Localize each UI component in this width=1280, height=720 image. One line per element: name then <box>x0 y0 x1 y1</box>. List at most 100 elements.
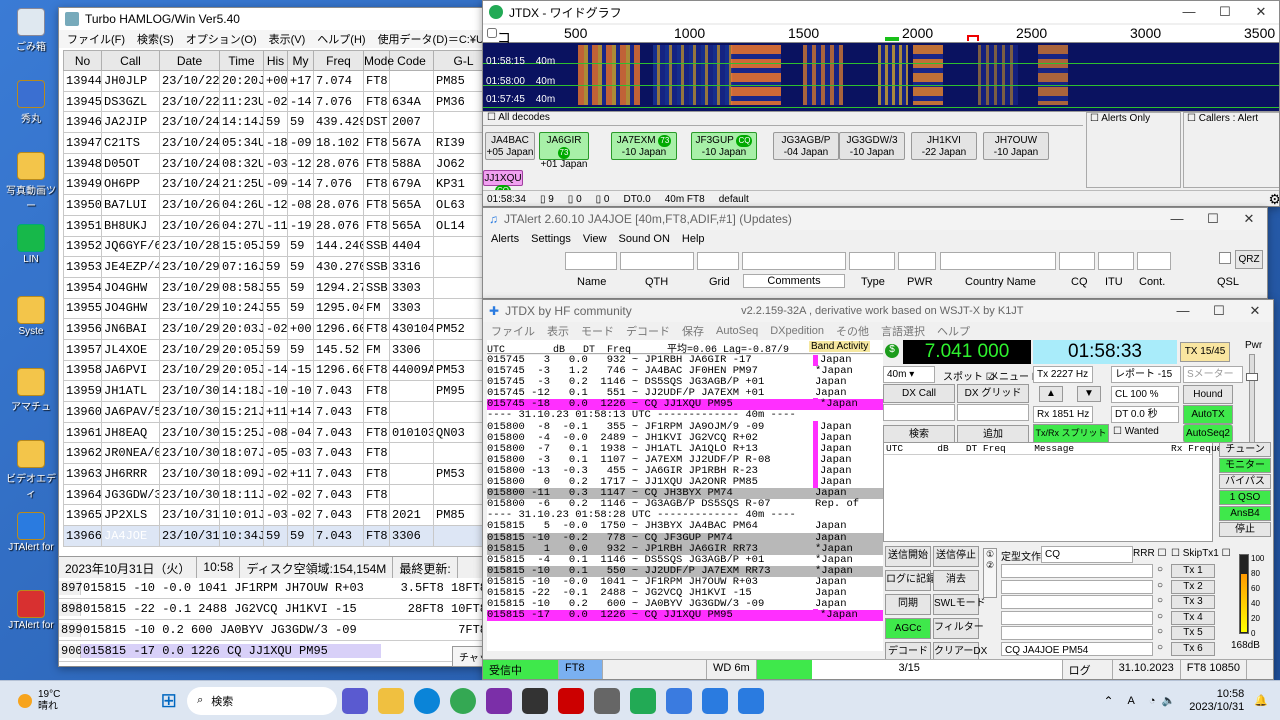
jtdx-taskbar-icon[interactable] <box>666 687 693 714</box>
rx-freq-spinbox[interactable]: Rx 1851 Hz <box>1033 406 1093 423</box>
tx-freq-spinbox[interactable]: Tx 2227 Hz <box>1033 366 1093 383</box>
list-item[interactable]: 899 015815 -10 0.2 600 JA0BYV JG3GDW/3 -0… <box>59 620 489 641</box>
macro-input[interactable]: CQ <box>1041 546 1133 563</box>
callsign-chip[interactable]: JG3GDW/3 -10 Japan <box>839 132 905 160</box>
desktop-icon-folder[interactable]: Syste <box>4 296 58 337</box>
tx-message-input[interactable] <box>1001 564 1153 578</box>
menu-view[interactable]: 表示(V) <box>269 31 306 47</box>
column-header[interactable]: His <box>263 50 288 71</box>
column-header[interactable]: Mode <box>363 50 394 71</box>
up-arrow-button[interactable]: ▲ <box>1039 386 1063 402</box>
cont-field[interactable] <box>1137 252 1171 270</box>
skiptx1-checkbox[interactable]: ☐ SkipTx1 ☐ <box>1171 548 1231 559</box>
tx-message-input[interactable] <box>1001 595 1153 609</box>
menu-mode[interactable]: モード <box>581 323 614 339</box>
control-button[interactable]: チューン <box>1219 442 1271 457</box>
column-header[interactable]: No <box>63 50 102 71</box>
tx-radio[interactable]: ○ <box>1157 611 1163 622</box>
app-icon[interactable] <box>594 687 621 714</box>
desktop-icon-folder[interactable]: アマチュ <box>4 368 58 413</box>
callsign-chip[interactable]: JA4BAC +05 Japan <box>485 132 535 160</box>
menu-file[interactable]: ファイル <box>491 323 535 339</box>
control-button[interactable]: 消去 <box>933 570 979 591</box>
decode-line[interactable]: 015815 -17 0.0 1226 ~ CQ JJ1XQU PM95 *Jap… <box>487 609 883 622</box>
menu-other[interactable]: その他 <box>836 323 869 339</box>
table-row[interactable]: 13960 JA6PAV/5 23/10/30 15:21J +11 +14 7.043 FT… <box>63 401 489 423</box>
control-button[interactable]: モニター <box>1219 458 1271 473</box>
autotx-button[interactable]: AutoTX <box>1183 405 1233 424</box>
jtalert-taskbar-icon[interactable] <box>702 687 729 714</box>
qsl-checkbox[interactable] <box>1219 252 1231 264</box>
decode-line[interactable]: 015815 -10 -0.2 778 ~ CQ JF3GUP PM74 Japa… <box>487 532 883 544</box>
close-icon[interactable]: ✕ <box>1237 303 1273 319</box>
chevron-up-icon[interactable]: ⌃ <box>1103 694 1113 708</box>
split-button[interactable]: Tx/Rx スプリット <box>1033 424 1109 443</box>
app-icon[interactable] <box>558 687 585 714</box>
minimize-icon[interactable]: — <box>1171 4 1207 20</box>
ime-indicator[interactable]: A <box>1128 695 1135 707</box>
tx-button[interactable]: Tx 5 <box>1171 626 1215 640</box>
hamlog-taskbar-icon[interactable] <box>630 687 657 714</box>
app-icon[interactable] <box>522 687 549 714</box>
menu-settings[interactable]: Settings <box>531 233 571 245</box>
gear-icon[interactable]: ⚙ <box>1268 191 1279 206</box>
menu-view[interactable]: View <box>583 233 607 245</box>
callsign-chip[interactable]: JF3GUP CQ -10 Japan <box>691 132 757 160</box>
table-row[interactable]: 13961 JH8EAQ 23/10/30 15:25J -08 -04 7.043 FT8 0… <box>63 421 489 444</box>
type-field[interactable] <box>849 252 895 270</box>
menu-view[interactable]: 表示 <box>547 323 569 339</box>
cl-spinbox[interactable]: CL 100 % <box>1111 386 1179 403</box>
dx-call-input[interactable] <box>883 404 955 421</box>
band-activity-list[interactable]: 015745 3 0.0 932 ~ JP1RBH JA6GIR -17 Japa… <box>487 355 883 651</box>
close-icon[interactable]: ✕ <box>1243 4 1279 20</box>
table-row[interactable]: 13959 JH1ATL 23/10/30 14:18J -10 -10 7.043 FT8 P… <box>63 380 489 402</box>
decode-line[interactable]: 015815 5 -0.0 1750 ~ JH3BYX JA4BAC PM64 J… <box>487 521 883 532</box>
menu-alerts[interactable]: Alerts <box>491 233 519 245</box>
table-row[interactable]: 13945 DS3GZL 23/10/22 11:23U -02 -14 7.076 FT8 6… <box>63 90 489 113</box>
table-row[interactable]: 13951 BH8UKJ 23/10/26 04:27U -11 -19 28.076 FT8… <box>63 214 489 237</box>
control-button[interactable]: SWLモード <box>933 594 986 615</box>
table-row[interactable]: 13950 BA7LUI 23/10/26 04:26U -12 -08 28.076 FT8… <box>63 194 489 216</box>
grid-field[interactable] <box>697 252 739 270</box>
hamlog-titlebar[interactable]: Turbo HAMLOG/Win Ver5.40 <box>59 8 489 30</box>
column-header[interactable]: Date <box>159 50 220 71</box>
rx-marker[interactable] <box>885 37 899 41</box>
menu-help[interactable]: ヘルプ <box>937 323 970 339</box>
dx-grid-input[interactable] <box>957 404 1029 421</box>
callsign-chip[interactable]: JH1KVI -22 Japan <box>911 132 977 160</box>
hound-button[interactable]: Hound <box>1183 385 1233 404</box>
close-icon[interactable]: ✕ <box>1231 211 1267 227</box>
qth-field[interactable] <box>620 252 694 270</box>
menu-autoseq[interactable]: AutoSeq <box>716 325 758 337</box>
list-item[interactable]: 897 015815 -10 -0.0 1041 JF1RPM JH7OUW R+… <box>59 578 489 599</box>
control-button[interactable]: バイパス <box>1219 474 1271 489</box>
table-row[interactable]: 13953 JE4EZP/4 23/10/29 07:16J 59 59 430.270 SS… <box>63 256 489 278</box>
minimize-icon[interactable]: — <box>1165 303 1201 319</box>
table-row[interactable]: 13946 JA2JIP 23/10/24 14:14J 59 59 439.429 DST 2… <box>63 111 489 134</box>
tx-button[interactable]: Tx 1 <box>1171 564 1215 578</box>
menu-help[interactable]: ヘルプ(H) <box>317 31 365 47</box>
decode-line[interactable]: 015800 -8 -0.1 355 ~ JF1RPM JA9OJM/9 -09… <box>487 420 883 433</box>
maximize-icon[interactable]: ☐ <box>1207 4 1243 20</box>
weather-widget[interactable]: 19°C 晴れ <box>38 689 60 713</box>
table-row[interactable]: 13957 JL4XOE 23/10/29 20:05J 59 59 145.52 FM 330… <box>63 338 489 361</box>
desktop-icon-jtalert[interactable]: JTAlert for <box>4 512 58 553</box>
edge-icon[interactable] <box>414 687 441 714</box>
tx-radio[interactable]: ○ <box>1157 626 1163 637</box>
control-button[interactable]: 送信停止 <box>933 546 979 567</box>
tx-radio[interactable]: ○ <box>1157 595 1163 606</box>
waterfall[interactable]: 01:58:15 40m 01:58:00 40m 01:57:45 40m <box>483 43 1279 111</box>
tx-message-input[interactable]: CQ JA4JOE PM54 <box>1001 641 1153 656</box>
bell-icon[interactable]: 🔔 <box>1254 694 1268 707</box>
column-header[interactable]: My <box>287 50 314 71</box>
pwr-field[interactable] <box>898 252 936 270</box>
jtdx-titlebar[interactable]: ✚ JTDX by HF community v2.2.159-32A , deri… <box>483 300 1273 322</box>
jtalert-taskbar-icon[interactable] <box>738 687 765 714</box>
table-row[interactable]: 13958 JA6PVI 23/10/29 20:05J -14 -15 1296.60 FT… <box>63 359 489 382</box>
desktop-icon-hidemaru[interactable]: 秀丸 <box>4 80 58 125</box>
menu-file[interactable]: ファイル(F) <box>67 31 125 47</box>
tx-message-input[interactable] <box>1001 626 1153 640</box>
callsign-chip[interactable]: JA7EXM 73 -10 Japan <box>611 132 677 160</box>
wifi-icon[interactable]: ◔ <box>1149 695 1156 707</box>
minimize-icon[interactable]: — <box>1159 211 1195 227</box>
